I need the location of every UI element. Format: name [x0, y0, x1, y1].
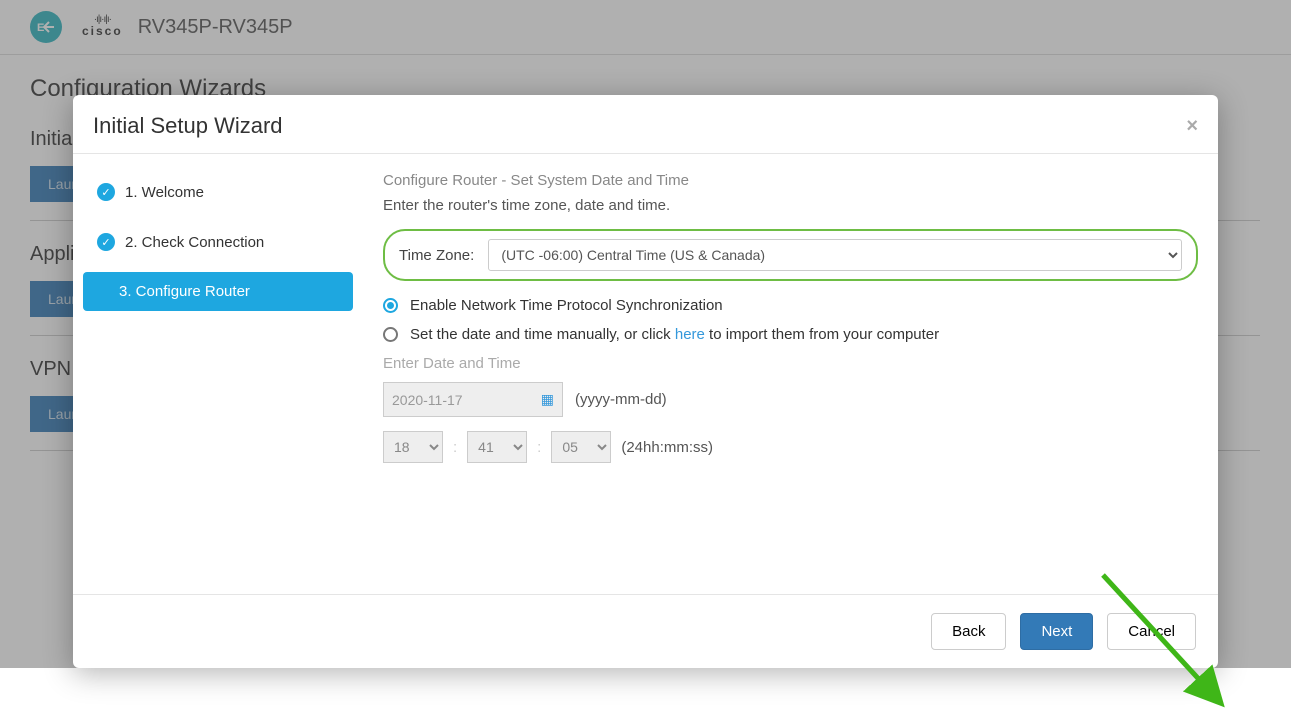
- check-icon: ✓: [97, 183, 115, 201]
- date-input[interactable]: 2020-11-17 ▦: [383, 382, 563, 417]
- wizard-steps: ✓ 1. Welcome ✓ 2. Check Connection 3. Co…: [83, 172, 373, 584]
- time-row: 18 : 41 : 05 (24hh:mm:ss): [383, 431, 1198, 463]
- date-hint: (yyyy-mm-dd): [575, 391, 667, 408]
- datetime-label: Enter Date and Time: [383, 355, 1198, 372]
- step-label: 2. Check Connection: [125, 234, 264, 251]
- step-label: 3. Configure Router: [119, 283, 250, 300]
- radio-label: Enable Network Time Protocol Synchroniza…: [410, 297, 723, 314]
- radio-unchecked-icon: [383, 327, 398, 342]
- radio-ntp[interactable]: Enable Network Time Protocol Synchroniza…: [383, 297, 1198, 314]
- next-button[interactable]: Next: [1020, 613, 1093, 650]
- timezone-highlight: Time Zone: (UTC -06:00) Central Time (US…: [383, 229, 1198, 281]
- date-value: 2020-11-17: [392, 392, 463, 408]
- modal-dialog: Initial Setup Wizard × ✓ 1. Welcome ✓ 2.…: [73, 95, 1218, 668]
- modal-footer: Back Next Cancel: [73, 594, 1218, 668]
- modal-title: Initial Setup Wizard: [93, 113, 283, 139]
- calendar-icon: ▦: [541, 391, 554, 408]
- radio-label: Set the date and time manually, or click…: [410, 326, 939, 343]
- second-select[interactable]: 05: [551, 431, 611, 463]
- content-sub: Enter the router's time zone, date and t…: [383, 197, 1198, 214]
- back-button[interactable]: Back: [931, 613, 1006, 650]
- cancel-button[interactable]: Cancel: [1107, 613, 1196, 650]
- modal-body: ✓ 1. Welcome ✓ 2. Check Connection 3. Co…: [73, 154, 1218, 594]
- colon: :: [537, 439, 541, 456]
- step-welcome[interactable]: ✓ 1. Welcome: [83, 172, 353, 212]
- timezone-select[interactable]: (UTC -06:00) Central Time (US & Canada): [488, 239, 1182, 271]
- radio-manual[interactable]: Set the date and time manually, or click…: [383, 326, 1198, 343]
- time-hint: (24hh:mm:ss): [621, 439, 713, 456]
- import-link[interactable]: here: [675, 326, 705, 343]
- check-icon: ✓: [97, 233, 115, 251]
- timezone-label: Time Zone:: [399, 247, 474, 264]
- step-configure-router[interactable]: 3. Configure Router: [83, 272, 353, 311]
- radio-checked-icon: [383, 298, 398, 313]
- close-icon[interactable]: ×: [1186, 115, 1198, 138]
- modal-header: Initial Setup Wizard ×: [73, 95, 1218, 154]
- hour-select[interactable]: 18: [383, 431, 443, 463]
- wizard-content: Configure Router - Set System Date and T…: [373, 172, 1198, 584]
- date-row: 2020-11-17 ▦ (yyyy-mm-dd): [383, 382, 1198, 417]
- content-heading: Configure Router - Set System Date and T…: [383, 172, 1198, 189]
- minute-select[interactable]: 41: [467, 431, 527, 463]
- modal-overlay: Initial Setup Wizard × ✓ 1. Welcome ✓ 2.…: [0, 0, 1291, 668]
- colon: :: [453, 439, 457, 456]
- step-check-connection[interactable]: ✓ 2. Check Connection: [83, 222, 353, 262]
- step-label: 1. Welcome: [125, 184, 204, 201]
